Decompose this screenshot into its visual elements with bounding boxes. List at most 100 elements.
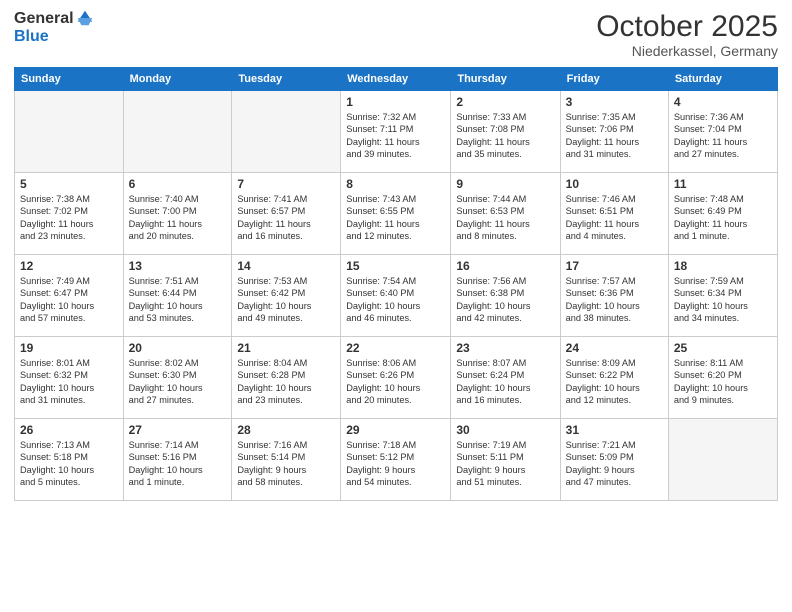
calendar-cell: 1 Sunrise: 7:32 AM Sunset: 7:11 PM Daylig…: [341, 91, 451, 173]
day-info: Sunrise: 7:59 AM Sunset: 6:34 PM Dayligh…: [674, 275, 772, 325]
day-info: Sunrise: 7:53 AM Sunset: 6:42 PM Dayligh…: [237, 275, 335, 325]
calendar-location: Niederkassel, Germany: [596, 43, 778, 59]
calendar-cell: 28 Sunrise: 7:16 AM Sunset: 5:14 PM Dayli…: [232, 419, 341, 501]
week-row-2: 5 Sunrise: 7:38 AM Sunset: 7:02 PM Daylig…: [15, 173, 778, 255]
weekday-header-sunday: Sunday: [15, 68, 124, 91]
calendar-cell: 6 Sunrise: 7:40 AM Sunset: 7:00 PM Daylig…: [123, 173, 232, 255]
day-info: Sunrise: 7:46 AM Sunset: 6:51 PM Dayligh…: [566, 193, 663, 243]
calendar-cell: 22 Sunrise: 8:06 AM Sunset: 6:26 PM Dayli…: [341, 337, 451, 419]
day-number: 2: [456, 95, 554, 109]
logo-icon: [76, 9, 94, 27]
day-info: Sunrise: 7:13 AM Sunset: 5:18 PM Dayligh…: [20, 439, 118, 489]
weekday-header-saturday: Saturday: [668, 68, 777, 91]
calendar-cell: 3 Sunrise: 7:35 AM Sunset: 7:06 PM Daylig…: [560, 91, 668, 173]
calendar-cell: 19 Sunrise: 8:01 AM Sunset: 6:32 PM Dayli…: [15, 337, 124, 419]
day-number: 13: [129, 259, 227, 273]
day-number: 10: [566, 177, 663, 191]
day-info: Sunrise: 8:01 AM Sunset: 6:32 PM Dayligh…: [20, 357, 118, 407]
page-container: General Blue October 2025 Niederkassel, …: [0, 0, 792, 612]
day-info: Sunrise: 7:51 AM Sunset: 6:44 PM Dayligh…: [129, 275, 227, 325]
day-number: 1: [346, 95, 445, 109]
logo: General Blue: [14, 10, 94, 45]
weekday-header-friday: Friday: [560, 68, 668, 91]
calendar-cell: 2 Sunrise: 7:33 AM Sunset: 7:08 PM Daylig…: [451, 91, 560, 173]
day-number: 24: [566, 341, 663, 355]
day-number: 20: [129, 341, 227, 355]
day-number: 17: [566, 259, 663, 273]
day-info: Sunrise: 7:33 AM Sunset: 7:08 PM Dayligh…: [456, 111, 554, 161]
calendar-cell: 30 Sunrise: 7:19 AM Sunset: 5:11 PM Dayli…: [451, 419, 560, 501]
day-info: Sunrise: 8:04 AM Sunset: 6:28 PM Dayligh…: [237, 357, 335, 407]
calendar-cell: 15 Sunrise: 7:54 AM Sunset: 6:40 PM Dayli…: [341, 255, 451, 337]
logo-general-text: General: [14, 10, 74, 28]
weekday-header-tuesday: Tuesday: [232, 68, 341, 91]
day-info: Sunrise: 7:35 AM Sunset: 7:06 PM Dayligh…: [566, 111, 663, 161]
day-info: Sunrise: 7:18 AM Sunset: 5:12 PM Dayligh…: [346, 439, 445, 489]
calendar-cell: 27Sunrise: 7:14 AM Sunset: 5:16 PM Dayli…: [123, 419, 232, 501]
calendar-cell: 24 Sunrise: 8:09 AM Sunset: 6:22 PM Dayli…: [560, 337, 668, 419]
day-number: 27: [129, 423, 227, 437]
calendar-cell: 10 Sunrise: 7:46 AM Sunset: 6:51 PM Dayli…: [560, 173, 668, 255]
day-number: 11: [674, 177, 772, 191]
day-number: 7: [237, 177, 335, 191]
day-number: 26: [20, 423, 118, 437]
calendar-title: October 2025: [596, 10, 778, 43]
week-row-4: 19 Sunrise: 8:01 AM Sunset: 6:32 PM Dayli…: [15, 337, 778, 419]
day-info: Sunrise: 8:02 AM Sunset: 6:30 PM Dayligh…: [129, 357, 227, 407]
calendar-cell: 11 Sunrise: 7:48 AM Sunset: 6:49 PM Dayli…: [668, 173, 777, 255]
title-block: October 2025 Niederkassel, Germany: [596, 10, 778, 59]
day-info: Sunrise: 7:40 AM Sunset: 7:00 PM Dayligh…: [129, 193, 227, 243]
day-number: 23: [456, 341, 554, 355]
day-number: 12: [20, 259, 118, 273]
calendar-cell: 4 Sunrise: 7:36 AM Sunset: 7:04 PM Daylig…: [668, 91, 777, 173]
day-number: 15: [346, 259, 445, 273]
day-info: Sunrise: 8:09 AM Sunset: 6:22 PM Dayligh…: [566, 357, 663, 407]
day-number: 5: [20, 177, 118, 191]
calendar-table: SundayMondayTuesdayWednesdayThursdayFrid…: [14, 67, 778, 501]
day-info: Sunrise: 7:44 AM Sunset: 6:53 PM Dayligh…: [456, 193, 554, 243]
calendar-cell: 26 Sunrise: 7:13 AM Sunset: 5:18 PM Dayli…: [15, 419, 124, 501]
calendar-cell: 5 Sunrise: 7:38 AM Sunset: 7:02 PM Daylig…: [15, 173, 124, 255]
calendar-cell: [668, 419, 777, 501]
day-number: 29: [346, 423, 445, 437]
day-info: Sunrise: 7:16 AM Sunset: 5:14 PM Dayligh…: [237, 439, 335, 489]
calendar-cell: 17 Sunrise: 7:57 AM Sunset: 6:36 PM Dayli…: [560, 255, 668, 337]
day-info: Sunrise: 7:38 AM Sunset: 7:02 PM Dayligh…: [20, 193, 118, 243]
day-info: Sunrise: 8:07 AM Sunset: 6:24 PM Dayligh…: [456, 357, 554, 407]
day-number: 6: [129, 177, 227, 191]
day-info: Sunrise: 8:06 AM Sunset: 6:26 PM Dayligh…: [346, 357, 445, 407]
day-info: Sunrise: 7:54 AM Sunset: 6:40 PM Dayligh…: [346, 275, 445, 325]
weekday-header-monday: Monday: [123, 68, 232, 91]
week-row-5: 26 Sunrise: 7:13 AM Sunset: 5:18 PM Dayli…: [15, 419, 778, 501]
calendar-cell: 14Sunrise: 7:53 AM Sunset: 6:42 PM Dayli…: [232, 255, 341, 337]
day-number: 22: [346, 341, 445, 355]
day-info: Sunrise: 7:43 AM Sunset: 6:55 PM Dayligh…: [346, 193, 445, 243]
calendar-cell: 20 Sunrise: 8:02 AM Sunset: 6:30 PM Dayli…: [123, 337, 232, 419]
day-number: 9: [456, 177, 554, 191]
day-info: Sunrise: 7:56 AM Sunset: 6:38 PM Dayligh…: [456, 275, 554, 325]
day-info: Sunrise: 7:36 AM Sunset: 7:04 PM Dayligh…: [674, 111, 772, 161]
day-number: 21: [237, 341, 335, 355]
day-number: 30: [456, 423, 554, 437]
day-number: 19: [20, 341, 118, 355]
day-info: Sunrise: 8:11 AM Sunset: 6:20 PM Dayligh…: [674, 357, 772, 407]
weekday-header-thursday: Thursday: [451, 68, 560, 91]
logo-blue-text: Blue: [14, 28, 94, 46]
calendar-cell: 16Sunrise: 7:56 AM Sunset: 6:38 PM Dayli…: [451, 255, 560, 337]
day-number: 28: [237, 423, 335, 437]
day-info: Sunrise: 7:48 AM Sunset: 6:49 PM Dayligh…: [674, 193, 772, 243]
day-info: Sunrise: 7:32 AM Sunset: 7:11 PM Dayligh…: [346, 111, 445, 161]
calendar-cell: 25Sunrise: 8:11 AM Sunset: 6:20 PM Dayli…: [668, 337, 777, 419]
day-info: Sunrise: 7:19 AM Sunset: 5:11 PM Dayligh…: [456, 439, 554, 489]
calendar-cell: [232, 91, 341, 173]
calendar-cell: 7Sunrise: 7:41 AM Sunset: 6:57 PM Daylig…: [232, 173, 341, 255]
calendar-cell: 13 Sunrise: 7:51 AM Sunset: 6:44 PM Dayli…: [123, 255, 232, 337]
calendar-cell: 8Sunrise: 7:43 AM Sunset: 6:55 PM Daylig…: [341, 173, 451, 255]
calendar-cell: 18Sunrise: 7:59 AM Sunset: 6:34 PM Dayli…: [668, 255, 777, 337]
day-number: 3: [566, 95, 663, 109]
calendar-cell: [15, 91, 124, 173]
header: General Blue October 2025 Niederkassel, …: [14, 10, 778, 59]
day-info: Sunrise: 7:57 AM Sunset: 6:36 PM Dayligh…: [566, 275, 663, 325]
calendar-cell: 31Sunrise: 7:21 AM Sunset: 5:09 PM Dayli…: [560, 419, 668, 501]
day-number: 4: [674, 95, 772, 109]
